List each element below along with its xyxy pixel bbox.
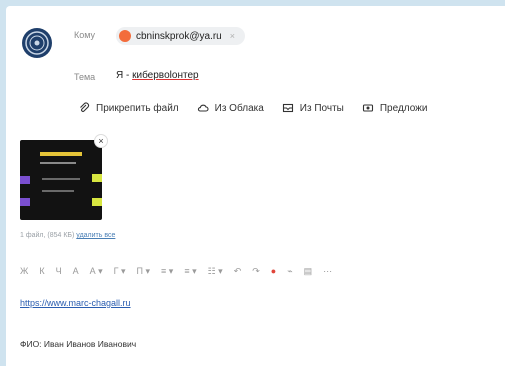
compose-window: Кому cbninskprok@ya.ru × Тема Я - киберв… [6,6,505,366]
font-button[interactable]: Г ▾ [114,266,126,277]
indent-button[interactable]: ≡ ▾ [184,266,196,277]
attach-file-label: Прикрепить файл [96,102,179,114]
remove-recipient-icon[interactable]: × [230,31,235,41]
remove-attachment-icon[interactable]: × [94,134,108,148]
italic-button[interactable]: К [39,266,44,277]
from-mail-label: Из Почты [299,102,344,114]
sender-avatar[interactable] [22,28,52,58]
format-toolbar: Ж К Ч А А ▾ Г ▾ Π ▾ ≡ ▾ ≡ ▾ ☷ ▾ ↶ ↷ ● ⌁ … [20,266,332,277]
attachment-thumbnail[interactable] [20,140,102,220]
suggest-icon [362,104,373,112]
subject-prefix: Я - [116,70,133,81]
from-cloud-label: Из Облака [214,102,264,114]
paperclip-icon [80,102,90,112]
underline-button[interactable]: Ч [56,266,62,277]
font-size-button[interactable]: А [73,266,79,277]
mail-icon [282,103,293,113]
attachment-info: 1 файл, (854 КБ) удалить все [20,232,115,239]
image-button[interactable]: ▤ [304,266,313,277]
body-fio-text: ФИО: Иван Иванов Иванович [20,339,137,349]
to-label: Кому [74,30,96,40]
attach-bar: Прикрепить файл Из Облака Из Почты Предл… [78,102,427,114]
subject-field[interactable]: Я - кибервolонтер [116,70,199,81]
attach-file-button[interactable]: Прикрепить файл [78,102,179,114]
link-button[interactable]: ⌁ [287,266,292,277]
body-link[interactable]: https://www.marc-chagall.ru [20,298,131,308]
recipient-email: cbninskprok@ya.ru [136,30,222,42]
from-mail-button[interactable]: Из Почты [282,102,344,114]
attachment-size: 1 файл, (854 КБ) [20,232,75,239]
more-button[interactable]: ⋯ [323,266,332,277]
list-button[interactable]: ☷ ▾ [208,266,223,277]
paragraph-button[interactable]: Π ▾ [137,266,151,277]
delete-all-link[interactable]: удалить все [76,232,115,239]
suggest-button[interactable]: Предложи [362,102,428,114]
subject-word: кибервolонтер [132,70,199,81]
undo-button[interactable]: ↶ [234,266,242,277]
recipient-chip[interactable]: cbninskprok@ya.ru × [116,27,246,45]
cloud-icon [197,104,209,112]
text-color-button[interactable]: А ▾ [90,266,103,277]
redo-button[interactable]: ↷ [252,266,260,277]
align-button[interactable]: ≡ ▾ [161,266,173,277]
bold-button[interactable]: Ж [20,266,28,277]
recipient-avatar-icon [119,30,131,42]
record-icon[interactable]: ● [271,266,276,277]
suggest-label: Предложи [379,102,428,114]
from-cloud-button[interactable]: Из Облака [197,102,264,114]
avatar-emblem-icon [25,31,49,55]
subject-label: Тема [74,72,96,82]
